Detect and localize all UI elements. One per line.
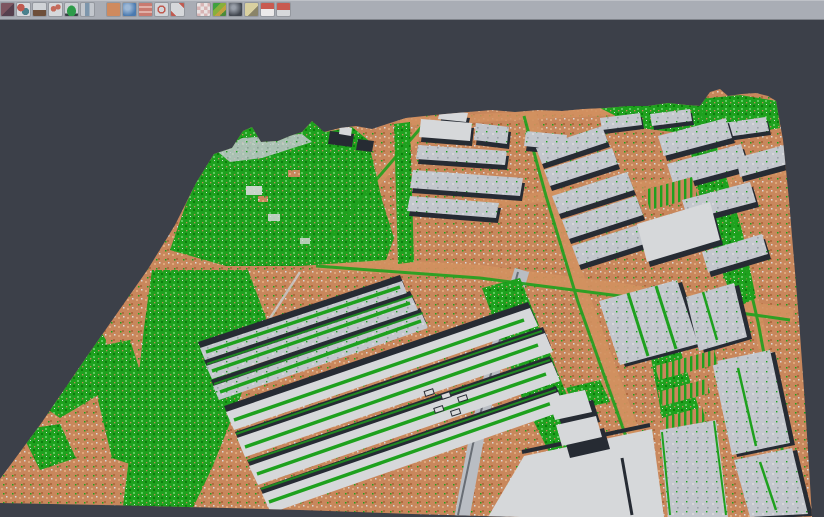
terrain-model-icon[interactable] <box>33 3 46 16</box>
flag-marker-icon[interactable] <box>261 3 274 16</box>
orthoimage-icon[interactable] <box>107 3 120 16</box>
toolbar <box>0 0 824 20</box>
3d-viewport[interactable] <box>0 21 824 517</box>
profile-view-icon[interactable] <box>81 3 94 16</box>
toolbar-separator <box>97 3 104 17</box>
crop-region-icon[interactable] <box>171 3 184 16</box>
target-select-icon[interactable] <box>155 3 168 16</box>
toolbar-separator <box>187 3 194 17</box>
shaded-sphere-icon[interactable] <box>229 3 242 16</box>
application-window <box>0 0 824 517</box>
layer-stack-icon[interactable] <box>139 3 152 16</box>
clear-marker-icon[interactable] <box>277 3 290 16</box>
thin-points-icon[interactable] <box>49 3 62 16</box>
globe-view-icon[interactable] <box>123 3 136 16</box>
measure-tool-icon[interactable] <box>245 3 258 16</box>
texture-checker-icon[interactable] <box>197 3 210 16</box>
classification-colors-icon[interactable] <box>213 3 226 16</box>
point-cloud-canvas[interactable] <box>0 21 824 517</box>
point-cloud-icon[interactable] <box>1 3 14 16</box>
classify-points-icon[interactable] <box>17 3 30 16</box>
vegetation-filter-icon[interactable] <box>65 3 78 16</box>
